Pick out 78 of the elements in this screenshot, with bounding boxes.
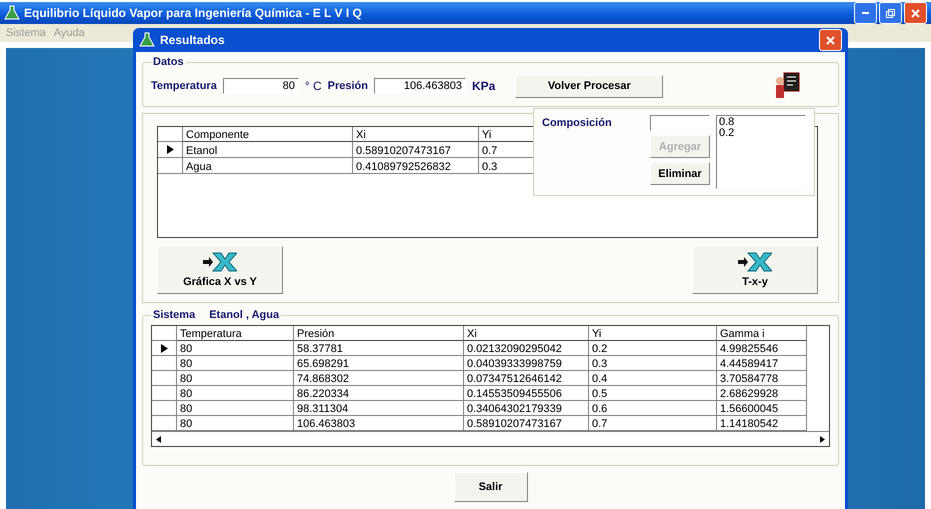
temperature-label: Temperatura [151, 80, 217, 92]
close-button[interactable] [819, 29, 842, 51]
table-cell: 80 [177, 386, 294, 401]
scroll-left-icon[interactable] [156, 436, 161, 442]
table-cell: 106.463803 [294, 416, 464, 431]
system-components: Etanol , Agua [209, 309, 280, 321]
excel-icon [203, 252, 237, 272]
table-cell: 3.70584778 [717, 371, 807, 386]
group-label: Datos [153, 56, 184, 68]
close-icon [826, 36, 835, 44]
column-header: Componente [183, 127, 353, 142]
table-cell: 74.868302 [294, 371, 464, 386]
table-cell: 0.34064302179339 [464, 401, 589, 416]
close-icon [911, 8, 920, 18]
composition-field[interactable] [650, 115, 710, 131]
scroll-right-icon[interactable] [820, 436, 825, 442]
list-action-button[interactable]: Eliminar [650, 162, 710, 185]
chart-button[interactable]: T-x-y [692, 246, 818, 294]
close-button[interactable] [904, 2, 927, 24]
group-label: Sistema [153, 309, 196, 321]
maximize-button[interactable] [879, 2, 902, 24]
chart-button[interactable]: Gráfica X vs Y [157, 246, 283, 294]
column-header: Xi [353, 127, 479, 142]
table-cell: Etanol [183, 142, 353, 158]
temperature-unit: ° C [304, 79, 322, 93]
column-header: Yi [589, 326, 717, 341]
pressure-field[interactable]: 106.463803 [374, 78, 466, 94]
table-cell: 4.44589417 [717, 356, 807, 371]
pressure-unit: KPa [472, 79, 496, 93]
horizontal-scrollbar[interactable] [152, 431, 829, 446]
minimize-button[interactable] [854, 2, 877, 24]
table-cell: 1.14180542 [717, 416, 807, 431]
list-item[interactable]: 0.8 [719, 117, 803, 128]
restore-icon [886, 8, 895, 18]
table-cell: 0.5 [589, 386, 717, 401]
table-cell: 58.37781 [294, 341, 464, 356]
table-cell: 0.07347512646142 [464, 371, 589, 386]
table-cell: 80 [177, 356, 294, 371]
table-cell: 0.14553509455506 [464, 386, 589, 401]
table-cell: 0.58910207473167 [464, 416, 589, 431]
temperature-field[interactable]: 80 [222, 78, 299, 94]
reprocess-button[interactable]: Volver Procesar [515, 74, 664, 98]
table-cell: 4.99825546 [717, 341, 807, 356]
pressure-label: Presión [328, 80, 368, 92]
table-cell: 86.220334 [294, 386, 464, 401]
window-title: Equilibrio Líquido Vapor para Ingeniería Química - E L V I Q [24, 6, 363, 20]
table-cell: 80 [177, 416, 294, 431]
column-header: Presión [294, 326, 464, 341]
table-cell: 0.2 [589, 341, 717, 356]
table-cell: 0.41089792526832 [353, 158, 479, 174]
table-cell: 0.3 [589, 356, 717, 371]
dialog-title: Resultados [160, 33, 226, 47]
flask-icon [4, 5, 20, 21]
composition-label: Composición [542, 117, 612, 129]
table-cell: 0.4 [589, 371, 717, 386]
table-cell: 80 [177, 371, 294, 386]
table-cell: 0.6 [589, 401, 717, 416]
composition-list[interactable]: 0.8 0.2 [716, 115, 806, 189]
table-cell: 0.58910207473167 [353, 142, 479, 158]
column-header: Gamma i [717, 326, 807, 341]
column-header: Xi [464, 326, 589, 341]
list-item[interactable]: 0.2 [719, 128, 803, 139]
table-cell: 80 [177, 401, 294, 416]
table-cell: 2.68629928 [717, 386, 807, 401]
table-cell: 98.311304 [294, 401, 464, 416]
table-cell: 0.04039333998759 [464, 356, 589, 371]
table-cell: 65.698291 [294, 356, 464, 371]
column-header: Temperatura [177, 326, 294, 341]
minimize-icon [862, 12, 869, 14]
excel-icon [738, 252, 772, 272]
table-cell: 0.7 [589, 416, 717, 431]
exit-button[interactable]: Salir [454, 472, 528, 502]
table-cell: 80 [177, 341, 294, 356]
table-cell: 1.56600045 [717, 401, 807, 416]
grid-corner-cell [152, 326, 177, 341]
table-cell: Agua [183, 158, 353, 174]
grid-corner-cell [158, 127, 183, 142]
table-cell: 0.02132090295042 [464, 341, 589, 356]
